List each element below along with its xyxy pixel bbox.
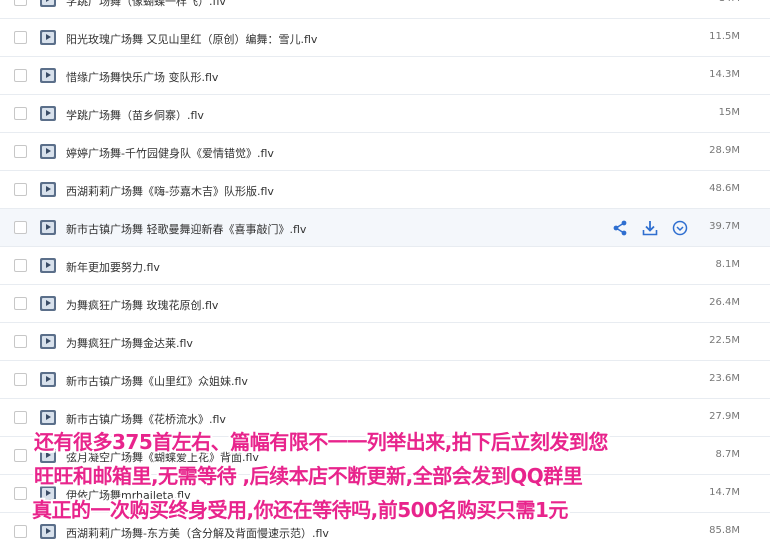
file-name[interactable]: 阳光玫瑰广场舞 又见山里红（原创）编舞：雪儿.flv [66, 31, 317, 47]
row-checkbox[interactable] [14, 487, 27, 500]
row-checkbox[interactable] [14, 145, 27, 158]
video-file-icon [40, 448, 56, 463]
file-row[interactable]: 新市古镇广场舞《山里红》众姐妹.flv 23.6M [0, 361, 770, 399]
video-file-icon [40, 258, 56, 273]
row-checkbox[interactable] [14, 449, 27, 462]
file-size: 85.8M [709, 525, 740, 536]
file-list: 学跳广场舞（像蝴蝶一样飞）.flv 14M 阳光玫瑰广场舞 又见山里红（原创）编舞：… [0, 0, 770, 549]
video-file-icon [40, 144, 56, 159]
video-file-icon [40, 68, 56, 83]
file-size: 48.6M [709, 183, 740, 194]
file-row[interactable]: 西湖莉莉广场舞-东方美（含分解及背面慢速示范）.flv 85.8M [0, 513, 770, 549]
file-row[interactable]: 学跳广场舞（苗乡侗寨）.flv 15M [0, 95, 770, 133]
row-checkbox[interactable] [14, 221, 27, 234]
file-row[interactable]: 新市古镇广场舞《花桥流水》.flv 27.9M [0, 399, 770, 437]
file-size: 22.5M [709, 335, 740, 346]
file-row[interactable]: 学跳广场舞（像蝴蝶一样飞）.flv 14M [0, 0, 770, 19]
row-checkbox[interactable] [14, 259, 27, 272]
file-name[interactable]: 惜缘广场舞快乐广场 变队形.flv [66, 69, 218, 85]
file-name[interactable]: 为舞疯狂广场舞 玫瑰花原创.flv [66, 297, 218, 313]
file-size: 11.5M [709, 31, 740, 42]
video-file-icon [40, 0, 56, 7]
download-icon[interactable] [641, 219, 659, 237]
more-icon[interactable] [671, 219, 689, 237]
video-file-icon [40, 106, 56, 121]
video-file-icon [40, 296, 56, 311]
file-row[interactable]: 伊依广场舞mrhaileta.flv 14.7M [0, 475, 770, 513]
file-size: 23.6M [709, 373, 740, 384]
file-name[interactable]: 西湖莉莉广场舞《嗨-莎嘉木吉》队形版.flv [66, 183, 274, 199]
row-checkbox[interactable] [14, 0, 27, 6]
row-checkbox[interactable] [14, 297, 27, 310]
video-file-icon [40, 182, 56, 197]
file-name[interactable]: 学跳广场舞（苗乡侗寨）.flv [66, 107, 204, 123]
file-size: 14.7M [709, 487, 740, 498]
file-name[interactable]: 新市古镇广场舞《花桥流水》.flv [66, 411, 226, 427]
file-name[interactable]: 新市古镇广场舞《山里红》众姐妹.flv [66, 373, 248, 389]
file-row[interactable]: 为舞疯狂广场舞 玫瑰花原创.flv 26.4M [0, 285, 770, 323]
file-row[interactable]: 新年更加要努力.flv 8.1M [0, 247, 770, 285]
file-row[interactable]: 婷婷广场舞-千竹园健身队《爱情错觉》.flv 28.9M [0, 133, 770, 171]
video-file-icon [40, 524, 56, 539]
file-size: 26.4M [709, 297, 740, 308]
row-checkbox[interactable] [14, 107, 27, 120]
row-checkbox[interactable] [14, 335, 27, 348]
file-row[interactable]: 为舞疯狂广场舞金达莱.flv 22.5M [0, 323, 770, 361]
file-row[interactable]: 西湖莉莉广场舞《嗨-莎嘉木吉》队形版.flv 48.6M [0, 171, 770, 209]
file-size: 27.9M [709, 411, 740, 422]
file-name[interactable]: 学跳广场舞（像蝴蝶一样飞）.flv [66, 0, 226, 9]
row-checkbox[interactable] [14, 373, 27, 386]
file-row[interactable]: 新市古镇广场舞 轻歌曼舞迎新春《喜事敲门》.flv 39.7M [0, 209, 770, 247]
row-checkbox[interactable] [14, 411, 27, 424]
file-size: 8.7M [715, 449, 740, 460]
file-name[interactable]: 伊依广场舞mrhaileta.flv [66, 487, 191, 503]
video-file-icon [40, 410, 56, 425]
file-size: 8.1M [715, 259, 740, 270]
row-checkbox[interactable] [14, 525, 27, 538]
file-name[interactable]: 弦月凝空广场舞《蝴蝶爱上花》背面.flv [66, 449, 259, 465]
video-file-icon [40, 220, 56, 235]
file-name[interactable]: 新市古镇广场舞 轻歌曼舞迎新春《喜事敲门》.flv [66, 221, 306, 237]
file-size: 28.9M [709, 145, 740, 156]
file-row[interactable]: 阳光玫瑰广场舞 又见山里红（原创）编舞：雪儿.flv 11.5M [0, 19, 770, 57]
file-name[interactable]: 新年更加要努力.flv [66, 259, 160, 275]
video-file-icon [40, 486, 56, 501]
video-file-icon [40, 30, 56, 45]
file-name[interactable]: 西湖莉莉广场舞-东方美（含分解及背面慢速示范）.flv [66, 525, 329, 541]
video-file-icon [40, 334, 56, 349]
row-checkbox[interactable] [14, 69, 27, 82]
video-file-icon [40, 372, 56, 387]
share-icon[interactable] [611, 219, 629, 237]
file-size: 14.3M [709, 69, 740, 80]
row-checkbox[interactable] [14, 183, 27, 196]
file-row[interactable]: 弦月凝空广场舞《蝴蝶爱上花》背面.flv 8.7M [0, 437, 770, 475]
file-name[interactable]: 婷婷广场舞-千竹园健身队《爱情错觉》.flv [66, 145, 274, 161]
file-size: 15M [718, 107, 740, 118]
file-size: 14M [719, 0, 740, 4]
file-size: 39.7M [709, 221, 740, 232]
row-checkbox[interactable] [14, 31, 27, 44]
file-name[interactable]: 为舞疯狂广场舞金达莱.flv [66, 335, 193, 351]
file-row[interactable]: 惜缘广场舞快乐广场 变队形.flv 14.3M [0, 57, 770, 95]
